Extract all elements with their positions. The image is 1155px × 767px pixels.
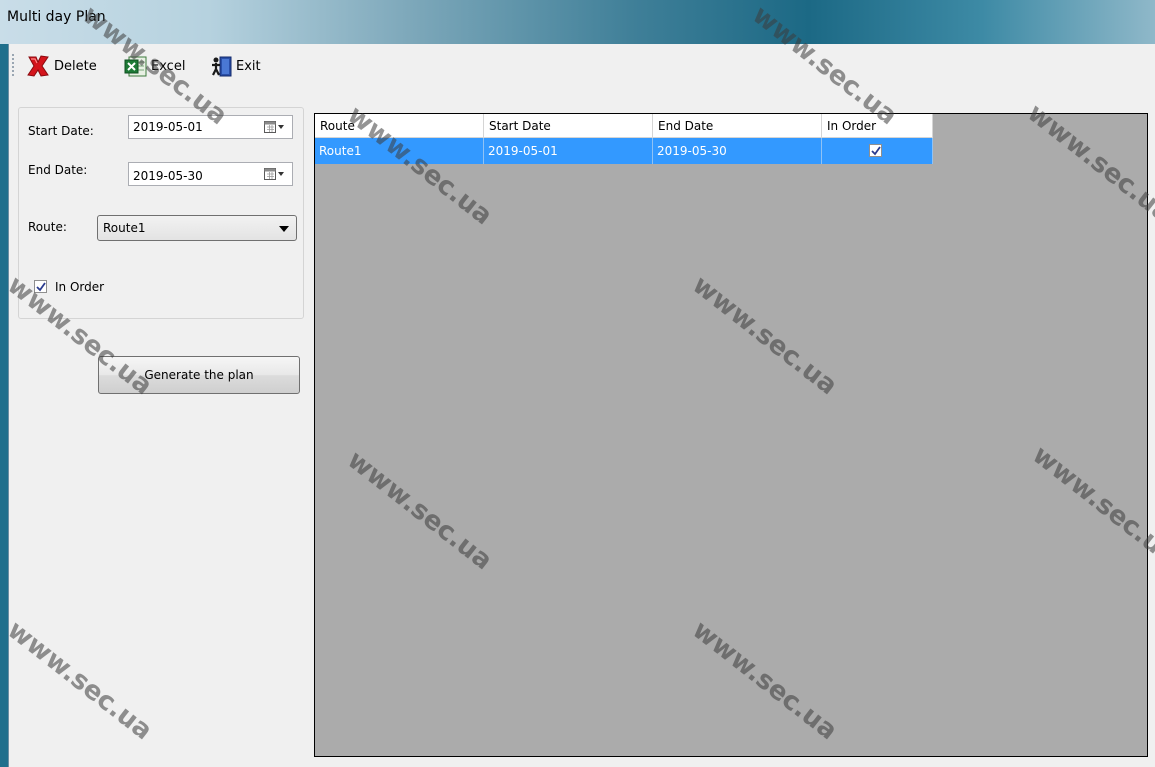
client-area: Delete Excel Exit Start Date: 2019-05-01… [8, 44, 1155, 767]
toolbar-grip-handle[interactable] [12, 54, 14, 78]
in-order-checkbox[interactable] [34, 280, 47, 293]
delete-icon [25, 54, 51, 78]
app-window: Multi day Plan Delete Excel Exit Start D… [0, 0, 1155, 767]
delete-button[interactable]: Delete [25, 53, 97, 79]
column-header-start-date[interactable]: Start Date [484, 114, 653, 138]
column-header-in-order[interactable]: In Order [822, 114, 933, 138]
start-date-value: 2019-05-01 [133, 120, 203, 134]
start-date-label: Start Date: [28, 124, 94, 138]
column-header-end-date[interactable]: End Date [653, 114, 822, 138]
excel-button[interactable]: Excel [124, 53, 185, 79]
exit-button[interactable]: Exit [209, 53, 261, 79]
generate-plan-button[interactable]: Generate the plan [98, 356, 300, 394]
route-label: Route: [28, 220, 67, 234]
route-select[interactable]: Route1 [97, 215, 297, 241]
start-date-picker[interactable]: 2019-05-01 [128, 115, 293, 139]
delete-button-label: Delete [54, 58, 97, 74]
cell-end-date[interactable]: 2019-05-30 [653, 138, 822, 164]
column-header-route[interactable]: Route [315, 114, 484, 138]
end-date-value: 2019-05-30 [133, 169, 203, 183]
row-in-order-checkbox[interactable] [869, 144, 882, 157]
checkmark-icon [36, 282, 46, 292]
end-date-picker[interactable]: 2019-05-30 [128, 162, 293, 186]
route-select-value: Route1 [103, 221, 146, 235]
exit-button-label: Exit [236, 58, 261, 74]
window-title: Multi day Plan [7, 9, 106, 25]
checkmark-icon [871, 146, 881, 156]
table-row[interactable]: Route1 2019-05-01 2019-05-30 [315, 138, 933, 164]
cell-in-order[interactable] [822, 138, 933, 164]
calendar-dropdown-icon[interactable] [264, 121, 286, 136]
in-order-label: In Order [55, 280, 105, 294]
title-bar: Multi day Plan [0, 0, 1155, 44]
cell-route[interactable]: Route1 [315, 138, 484, 164]
calendar-dropdown-icon[interactable] [264, 168, 286, 183]
filter-panel: Start Date: 2019-05-01 End Date: 2019-05… [18, 107, 304, 319]
excel-icon [124, 54, 148, 78]
grid-header: Route Start Date End Date In Order [315, 114, 933, 138]
toolbar: Delete Excel Exit [9, 44, 1155, 88]
cell-start-date[interactable]: 2019-05-01 [484, 138, 653, 164]
chevron-down-icon [279, 226, 289, 232]
end-date-label: End Date: [28, 163, 88, 177]
exit-icon [209, 54, 233, 78]
plan-grid[interactable]: Route Start Date End Date In Order Route… [314, 113, 1148, 757]
excel-button-label: Excel [151, 58, 186, 74]
